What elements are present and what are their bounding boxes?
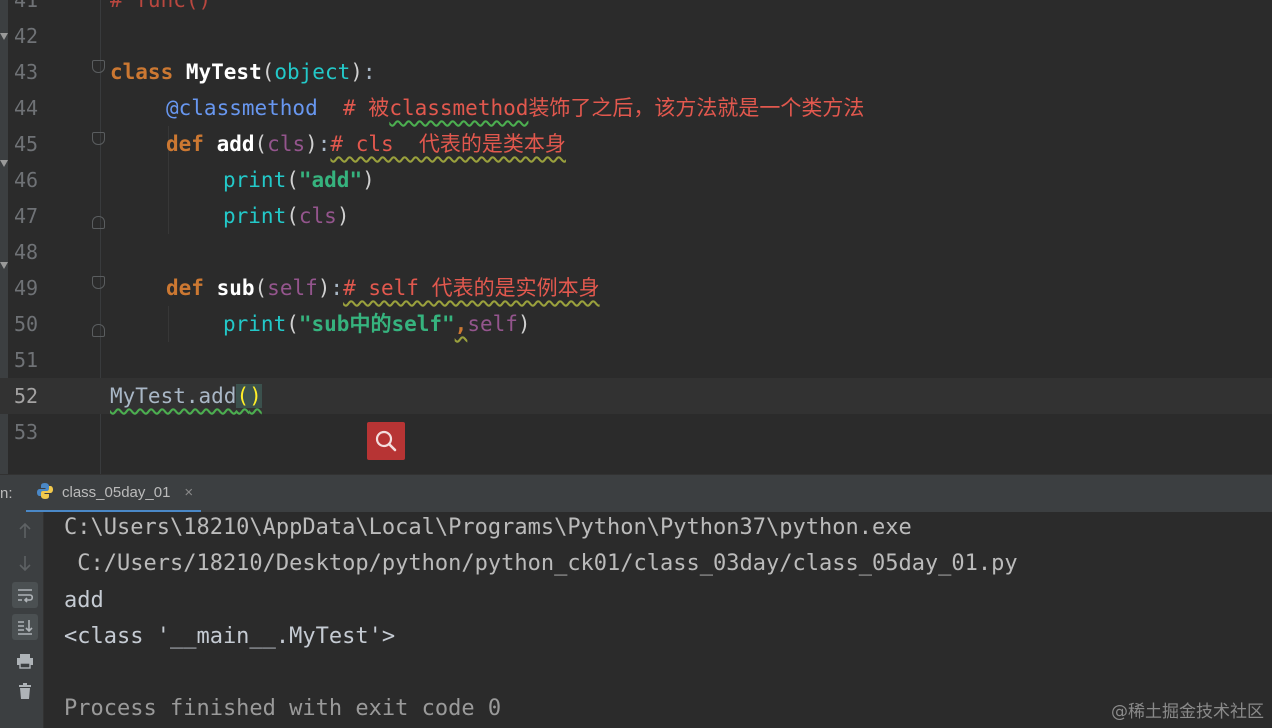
fold-close-icon[interactable] [92, 324, 105, 337]
code-text: # func() [110, 0, 212, 12]
line-number: 48 [14, 240, 39, 264]
line-number: 51 [14, 348, 39, 372]
code-text: print("add") [223, 168, 375, 192]
code-text: def sub(self):# self 代表的是实例本身 [166, 276, 600, 300]
watermark: @稀土掘金技术社区 [1111, 702, 1264, 722]
console-line: <class '__main__.MyTest'> [64, 624, 396, 649]
code-text: class MyTest(object): [110, 60, 376, 84]
python-file-icon [36, 482, 54, 504]
code-editor[interactable]: 41 # func() 42 43 class MyTest(object): … [0, 0, 1272, 474]
code-line-47[interactable]: 47 print(cls) [0, 198, 1272, 234]
line-number: 53 [14, 420, 39, 444]
close-icon[interactable]: × [184, 484, 193, 501]
code-text: def add(cls):# cls 代表的是类本身 [166, 132, 566, 156]
line-number: 44 [14, 96, 39, 120]
run-console-output[interactable]: C:\Users\18210\AppData\Local\Programs\Py… [44, 512, 1272, 728]
code-line-43[interactable]: 43 class MyTest(object): [0, 54, 1272, 90]
code-text: print("sub中的self",self) [223, 312, 531, 336]
code-line-49[interactable]: 49 def sub(self):# self 代表的是实例本身 [0, 270, 1272, 306]
code-line-41[interactable]: 41 # func() [0, 0, 1272, 18]
console-line: Process finished with exit code 0 [64, 696, 502, 721]
run-toolbar [0, 512, 44, 728]
line-number: 42 [14, 24, 39, 48]
run-panel-header: n: class_05day_01 × [0, 474, 1272, 513]
search-icon[interactable] [367, 422, 405, 460]
code-line-48[interactable]: 48 [0, 234, 1272, 270]
soft-wrap-icon[interactable] [12, 582, 38, 608]
code-line-53[interactable]: 53 [0, 414, 1272, 450]
fold-open-icon[interactable] [92, 276, 105, 289]
code-text: MyTest.add() [110, 384, 262, 408]
line-number: 45 [14, 132, 39, 156]
code-text: print(cls) [223, 204, 350, 228]
run-tab-label: class_05day_01 [62, 484, 171, 501]
line-number: 50 [14, 312, 39, 336]
line-number: 41 [14, 0, 39, 12]
code-line-44[interactable]: 44 @classmethod # 被classmethod装饰了之后，该方法就… [0, 90, 1272, 126]
run-tab[interactable]: class_05day_01 × [26, 475, 202, 513]
fold-open-icon[interactable] [92, 60, 105, 73]
fold-close-icon[interactable] [92, 216, 105, 229]
code-line-45[interactable]: 45 def add(cls):# cls 代表的是类本身 [0, 126, 1272, 162]
code-line-46[interactable]: 46 print("add") [0, 162, 1272, 198]
code-line-50[interactable]: 50 print("sub中的self",self) [0, 306, 1272, 342]
arrow-up-icon[interactable] [12, 518, 38, 544]
scroll-to-end-icon[interactable] [12, 614, 38, 640]
line-number: 49 [14, 276, 39, 300]
trash-icon[interactable] [12, 678, 38, 704]
run-panel-label: n: [0, 485, 13, 502]
console-line: C:\Users\18210\AppData\Local\Programs\Py… [64, 515, 912, 540]
line-number: 46 [14, 168, 39, 192]
arrow-down-icon[interactable] [12, 550, 38, 576]
line-number: 47 [14, 204, 39, 228]
line-number: 43 [14, 60, 39, 84]
code-line-52-current[interactable]: 52 MyTest.add() [0, 378, 1272, 414]
console-line: C:/Users/18210/Desktop/python/python_ck0… [64, 551, 1018, 576]
code-text: @classmethod # 被classmethod装饰了之后，该方法就是一个… [166, 96, 865, 120]
print-icon[interactable] [12, 648, 38, 674]
fold-open-icon[interactable] [92, 132, 105, 145]
code-line-42[interactable]: 42 [0, 18, 1272, 54]
code-line-51[interactable]: 51 [0, 342, 1272, 378]
line-number: 52 [14, 384, 39, 408]
console-line: add [64, 588, 104, 613]
